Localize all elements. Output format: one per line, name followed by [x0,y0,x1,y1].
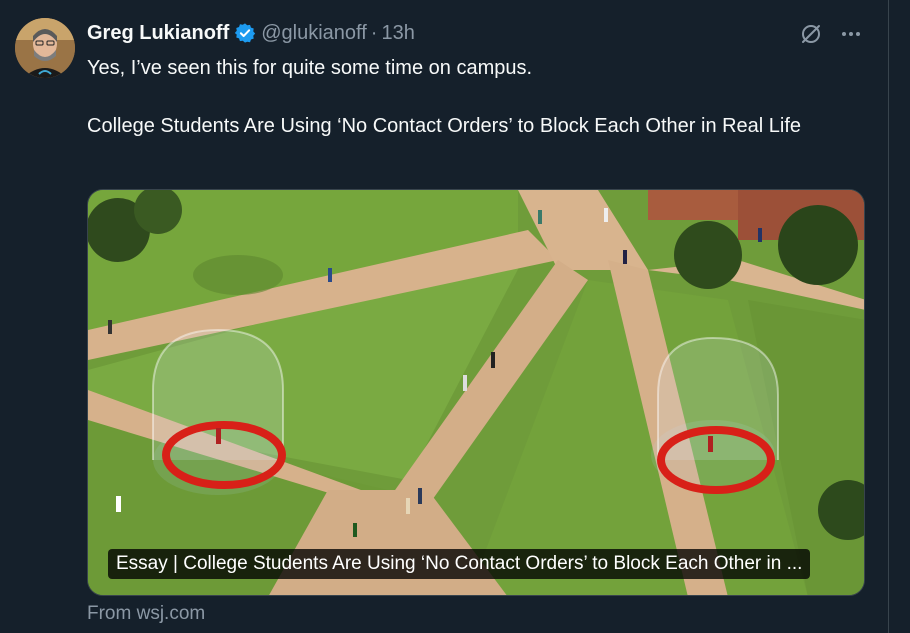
separator-dot: · [370,21,378,44]
author-handle[interactable]: @glukianoff [261,22,367,45]
card-source[interactable]: From wsj.com [87,603,205,625]
card-caption[interactable]: Essay | College Students Are Using ‘No C… [108,549,811,579]
link-card[interactable]: Essay | College Students Are Using ‘No C… [87,189,865,596]
more-icon[interactable] [839,22,863,46]
tweet-text-line: College Students Are Using ‘No Contact O… [87,115,802,137]
timeline-divider [888,0,889,633]
verified-badge-icon [234,22,256,44]
grok-icon[interactable] [799,22,823,46]
avatar[interactable] [15,18,75,78]
tweet-text: Yes, I’ve seen this for quite some time … [87,54,877,141]
author-name[interactable]: Greg Lukianoff [87,22,229,45]
tweet-text-line: Yes, I’ve seen this for quite some time … [87,57,533,79]
article-image [88,190,864,595]
tweet-header: Greg Lukianoff @glukianoff · 13h [87,20,415,46]
timestamp[interactable]: 13h [381,22,414,45]
